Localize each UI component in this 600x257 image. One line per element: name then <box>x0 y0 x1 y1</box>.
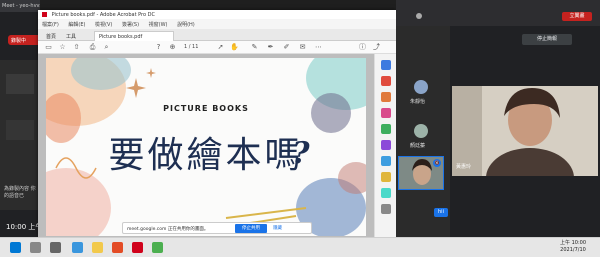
taskbar-time: 上午 10:00 <box>560 240 586 246</box>
menu-bar: 檔案(F) 編輯(E) 檢視(V) 簽署(S) 視窗(W) 說明(H) <box>38 19 396 29</box>
menu-help[interactable]: 說明(H) <box>177 22 195 28</box>
more-icon[interactable]: ⋯ <box>314 43 323 52</box>
screen-share-bar: meet.google.com 正在共用你的畫面。 停止共用 隱藏 <box>122 222 312 234</box>
upload-icon[interactable]: ⇧ <box>72 43 81 52</box>
more-tools-icon[interactable] <box>381 188 391 198</box>
avatar <box>416 13 422 19</box>
comment-tool-icon[interactable] <box>381 124 391 134</box>
edit-pdf-icon[interactable] <box>381 108 391 118</box>
file-explorer-icon[interactable] <box>92 242 103 253</box>
windows-taskbar <box>0 237 600 257</box>
chrome-icon[interactable] <box>112 242 123 253</box>
acrobat-taskbar-icon[interactable] <box>132 242 143 253</box>
meet-participant-column: 朱靜怡 顏廷蓁 <box>396 0 450 240</box>
acrobat-title: Picture books.pdf - Adobe Acrobat Pro DC <box>51 12 155 18</box>
acrobat-window: Picture books.pdf - Adobe Acrobat Pro DC… <box>38 10 396 237</box>
start-icon[interactable] <box>10 242 21 253</box>
star-icon[interactable]: ☆ <box>58 43 67 52</box>
help-icon[interactable]: ? <box>154 43 163 52</box>
share-message: meet.google.com 正在共用你的畫面。 <box>127 227 209 232</box>
camera-participant-name: 黃惠玲 <box>456 164 472 170</box>
save-icon[interactable]: ▭ <box>44 43 53 52</box>
pdf-page-area[interactable]: PICTURE BOOKS 要做繪本嗎 ? <box>38 54 374 237</box>
participant-name: 顏廷蓁 <box>410 143 426 149</box>
menu-window[interactable]: 視窗(W) <box>149 22 168 28</box>
participant-name: 朱靜怡 <box>410 99 426 105</box>
stamp-icon[interactable]: ✉ <box>298 43 307 52</box>
slide-title: 要做繪本嗎 <box>108 135 304 176</box>
browser-top-strip: 立翼畫 <box>396 0 600 26</box>
left-caption-text: 為錄製內容 你的語音已 <box>4 186 36 199</box>
settings-icon[interactable] <box>381 204 391 214</box>
acrobat-title-bar: Picture books.pdf - Adobe Acrobat Pro DC <box>38 10 396 19</box>
browser-status-badge[interactable]: 立翼畫 <box>562 12 592 21</box>
acrobat-logo-icon <box>42 12 47 17</box>
taskbar-date: 2021/7/10 <box>560 247 586 253</box>
info-icon[interactable]: ⓘ <box>358 43 367 52</box>
acrobat-toolbar: ▭ ☆ ⇧ ⎙ ⌕ ? ⊕ 1 / 11 ➚ ✋ ✎ ✒ ✐ ✉ ⋯ ⓘ ⤴ <box>38 41 396 54</box>
stop-presenting-button[interactable]: 停止簡報 <box>522 34 572 45</box>
app-icon[interactable] <box>152 242 163 253</box>
slide-question-mark: ? <box>292 136 310 171</box>
tab-document[interactable]: Picture books.pdf <box>94 31 174 41</box>
recording-badge: 錄製中 <box>8 35 40 45</box>
acrobat-right-tools <box>374 54 396 237</box>
menu-view[interactable]: 檢視(V) <box>95 22 112 28</box>
mic-muted-icon: 🔇 <box>433 159 441 167</box>
avatar <box>414 124 428 138</box>
taskbar-clock: 上午 10:00 2021/7/10 <box>560 240 586 254</box>
tab-tools[interactable]: 工具 <box>62 31 80 41</box>
comment-icon[interactable]: ✎ <box>250 43 259 52</box>
pdf-slide: PICTURE BOOKS 要做繪本嗎 ? <box>46 58 366 236</box>
fill-sign-icon[interactable] <box>381 156 391 166</box>
export-pdf-icon[interactable] <box>381 76 391 86</box>
self-view-camera: 🔇 <box>398 156 444 190</box>
create-pdf-icon[interactable] <box>381 92 391 102</box>
tab-home[interactable]: 首頁 <box>42 31 60 41</box>
camera-feed <box>452 86 598 176</box>
menu-sign[interactable]: 簽署(S) <box>122 22 139 28</box>
chat-badge[interactable]: hii <box>434 208 448 217</box>
search-icon[interactable]: ⌕ <box>102 43 111 52</box>
menu-edit[interactable]: 編輯(E) <box>68 22 85 28</box>
avatar <box>414 80 428 94</box>
meet-browser-tab[interactable]: Meet - yeo-hvvs-hw <box>0 0 40 12</box>
menu-file[interactable]: 檔案(F) <box>42 22 59 28</box>
highlight-icon[interactable]: ✐ <box>282 43 291 52</box>
arrow-up-icon[interactable]: ⊕ <box>168 43 177 52</box>
meet-clock: 10:00 上午 <box>6 223 43 231</box>
print-icon[interactable]: ⎙ <box>88 43 97 52</box>
stop-sharing-button[interactable]: 停止共用 <box>235 224 267 233</box>
hand-icon[interactable]: ✋ <box>230 43 239 52</box>
protect-icon[interactable] <box>381 172 391 182</box>
task-view-icon[interactable] <box>50 242 61 253</box>
page-indicator[interactable]: 1 / 11 <box>184 44 198 50</box>
slide-subtitle: PICTURE BOOKS <box>163 104 249 113</box>
pen-icon[interactable]: ✒ <box>266 43 275 52</box>
cursor-icon[interactable]: ➚ <box>216 43 225 52</box>
share-icon[interactable]: ⤴ <box>372 43 381 52</box>
hide-share-bar-button[interactable]: 隱藏 <box>273 224 297 233</box>
search-taskbar-icon[interactable] <box>30 242 41 253</box>
person-photo <box>452 86 598 176</box>
edge-icon[interactable] <box>72 242 83 253</box>
acrobat-tabs: 首頁 工具 Picture books.pdf <box>38 29 396 41</box>
organize-icon[interactable] <box>381 140 391 150</box>
zoom-icon[interactable] <box>381 60 391 70</box>
